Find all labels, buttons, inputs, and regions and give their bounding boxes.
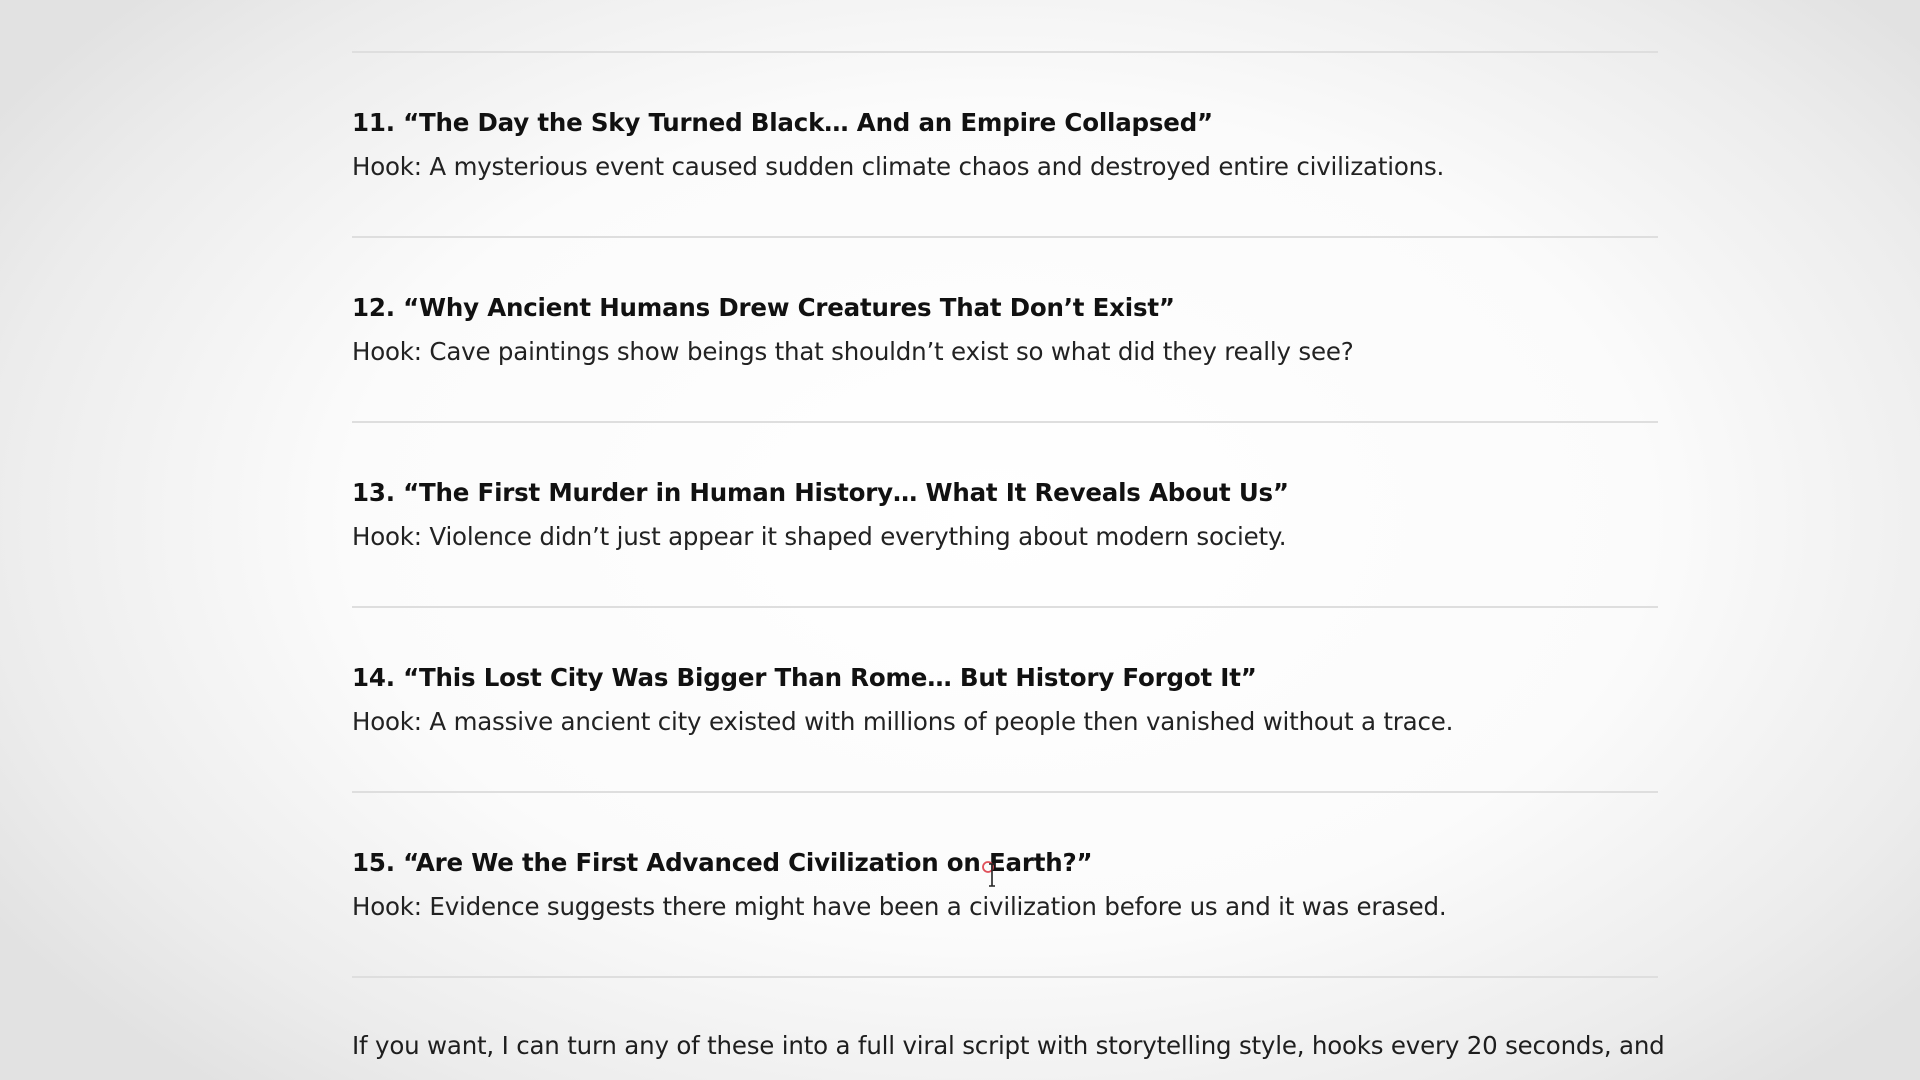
item-hook-15: Hook: Evidence suggests there might have… xyxy=(352,892,1447,921)
chat-response: 11. “The Day the Sky Turned Black… And a… xyxy=(352,0,1665,1080)
divider xyxy=(352,791,1658,793)
item-hook-14: Hook: A massive ancient city existed wit… xyxy=(352,707,1454,736)
item-title-13: 13. “The First Murder in Human History… … xyxy=(352,478,1289,507)
divider xyxy=(352,976,1658,978)
item-hook-13: Hook: Violence didn’t just appear it sha… xyxy=(352,522,1287,551)
item-title-12: 12. “Why Ancient Humans Drew Creatures T… xyxy=(352,293,1175,322)
closing-text: If you want, I can turn any of these int… xyxy=(352,1031,1665,1060)
divider xyxy=(352,421,1658,423)
text-cursor-icon xyxy=(982,861,995,887)
item-title-14: 14. “This Lost City Was Bigger Than Rome… xyxy=(352,663,1257,692)
divider xyxy=(352,606,1658,608)
divider xyxy=(352,51,1658,53)
divider xyxy=(352,236,1658,238)
item-title-11: 11. “The Day the Sky Turned Black… And a… xyxy=(352,108,1213,137)
item-hook-11: Hook: A mysterious event caused sudden c… xyxy=(352,152,1445,181)
item-hook-12: Hook: Cave paintings show beings that sh… xyxy=(352,337,1354,366)
